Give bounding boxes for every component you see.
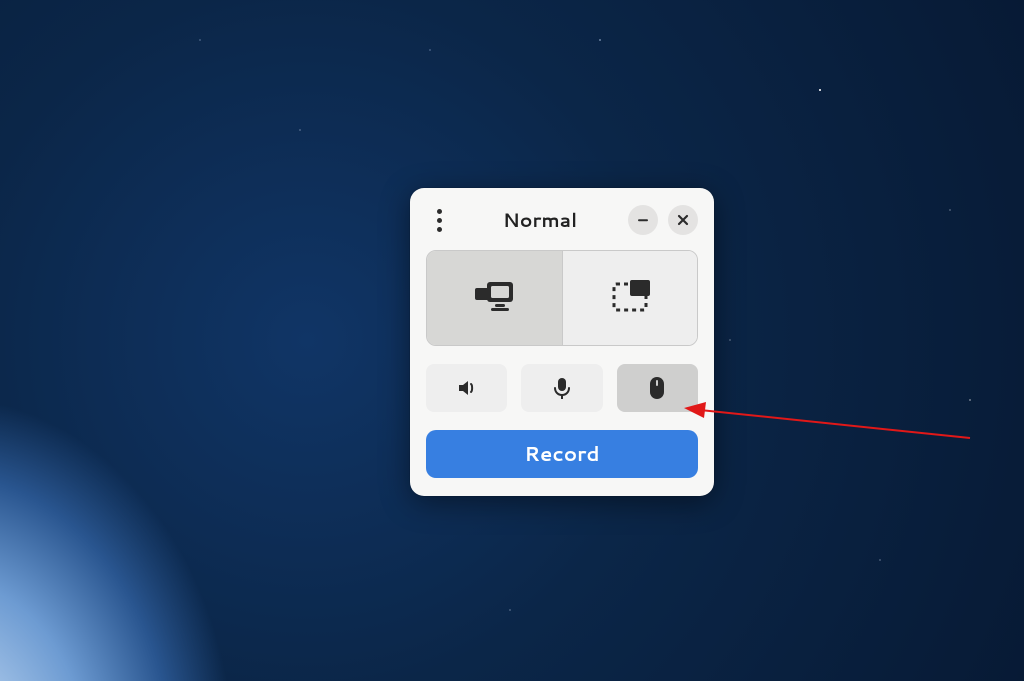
microphone-toggle[interactable] [521, 364, 602, 412]
record-button-label: Record [524, 440, 599, 468]
capture-mode-selector [426, 250, 698, 346]
app-menu-button[interactable] [426, 203, 452, 237]
minimize-icon [636, 213, 650, 227]
capture-area-button[interactable] [562, 251, 698, 345]
capture-full-screen-button[interactable] [427, 251, 562, 345]
more-vertical-icon [437, 209, 442, 214]
option-toggles [426, 364, 698, 412]
selection-icon [608, 278, 652, 318]
screen-recorder-window: Normal [410, 188, 714, 496]
record-button[interactable]: Record [426, 430, 698, 478]
microphone-icon [551, 376, 573, 400]
titlebar: Normal [426, 200, 698, 240]
pointer-toggle[interactable] [617, 364, 698, 412]
window-controls [628, 205, 698, 235]
annotation-arrow [680, 398, 980, 458]
window-title: Normal [452, 207, 628, 234]
close-button[interactable] [668, 205, 698, 235]
screens-icon [469, 278, 519, 318]
minimize-button[interactable] [628, 205, 658, 235]
close-icon [676, 213, 690, 227]
desktop-background: Normal [0, 0, 1024, 681]
system-audio-toggle[interactable] [426, 364, 507, 412]
mouse-icon [647, 375, 667, 401]
speaker-icon [455, 376, 479, 400]
